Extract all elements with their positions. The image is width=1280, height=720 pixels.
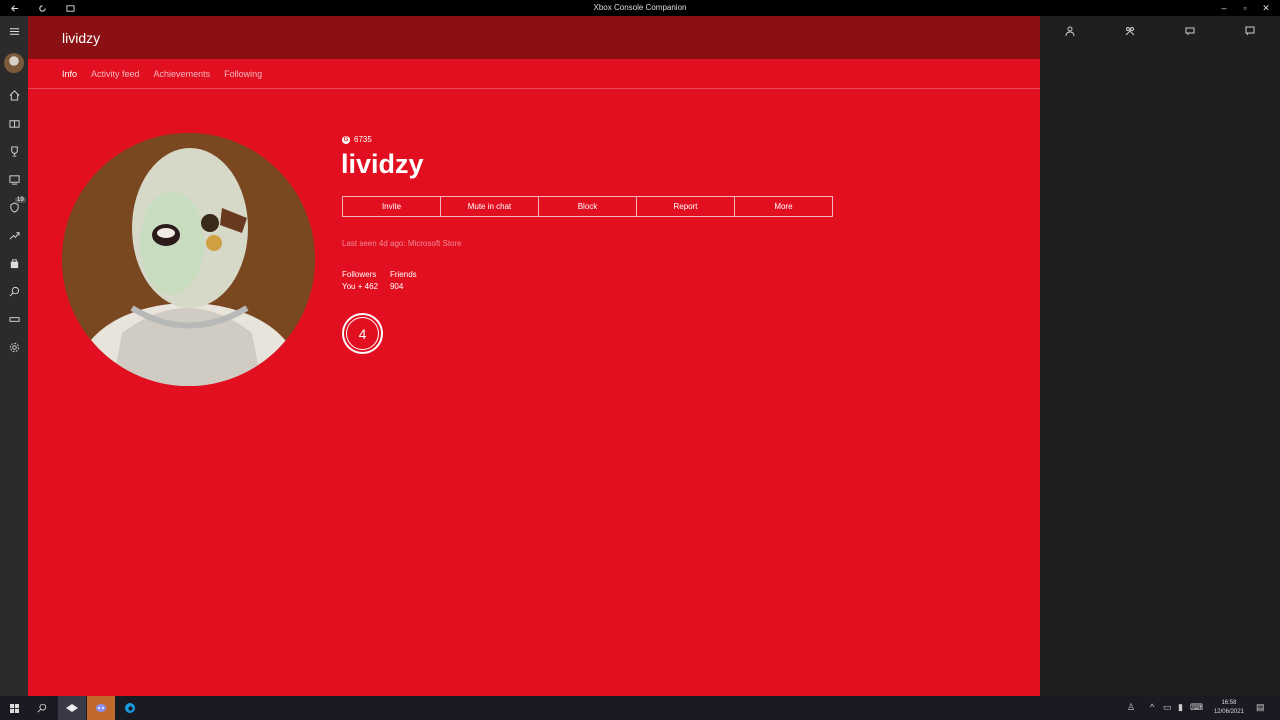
profile-content: Info Activity feed Achievements Followin… — [28, 59, 1040, 696]
party-icon[interactable] — [1123, 24, 1137, 38]
social-side-panel — [1040, 16, 1280, 696]
search-icon[interactable] — [0, 279, 28, 303]
report-button[interactable]: Report — [636, 196, 735, 217]
followers-label: Followers — [342, 270, 377, 279]
social-shield-icon[interactable]: 19 — [0, 195, 28, 219]
user-avatar[interactable] — [4, 53, 24, 73]
tab-info[interactable]: Info — [62, 69, 77, 79]
achievements-trophy-icon[interactable] — [0, 139, 28, 163]
messages-icon[interactable] — [1183, 24, 1197, 38]
trending-icon[interactable] — [0, 223, 28, 247]
tab-achievements[interactable]: Achievements — [154, 69, 211, 79]
friends-label: Friends — [389, 270, 417, 279]
block-button[interactable]: Block — [538, 196, 637, 217]
windows-start-icon[interactable] — [0, 696, 28, 720]
invite-button[interactable]: Invite — [342, 196, 441, 217]
close-icon[interactable]: ✕ — [1252, 0, 1280, 16]
notifications-icon[interactable] — [1243, 24, 1257, 38]
discord-taskbar-icon[interactable] — [87, 696, 115, 720]
profile-picture — [62, 133, 315, 386]
page-title: lividzy — [62, 30, 101, 46]
my-games-icon[interactable] — [0, 111, 28, 135]
gamerscore-icon: G — [342, 135, 350, 144]
clock-date: 12/06/2021 — [1213, 709, 1244, 715]
tabs-divider — [28, 88, 1040, 89]
chevron-up-icon[interactable]: ^ — [1150, 702, 1154, 712]
people-tray-icon[interactable]: ♙ — [1127, 702, 1135, 713]
left-nav-sidebar: 19 — [0, 16, 28, 696]
tab-following[interactable]: Following — [224, 69, 262, 79]
friends-value: 904 — [389, 282, 404, 291]
profile-actions: Invite Mute in chat Block Report More — [342, 196, 833, 217]
store-bag-icon[interactable] — [0, 251, 28, 275]
hamburger-menu-icon[interactable] — [0, 19, 28, 43]
friends-stat[interactable]: Friends 904 — [390, 270, 417, 294]
gamerscore: G 6735 — [342, 135, 372, 144]
xbox-companion-taskbar-icon[interactable] — [58, 696, 86, 720]
notification-badge: 19 — [15, 197, 26, 203]
system-clock[interactable]: 16:58 12/06/2021 — [1214, 699, 1244, 717]
home-icon[interactable] — [0, 83, 28, 107]
keyboard-tray-icon[interactable]: ⌨ — [1190, 702, 1203, 713]
mute-in-chat-button[interactable]: Mute in chat — [440, 196, 539, 217]
settings-gear-icon[interactable] — [0, 335, 28, 359]
followers-stat[interactable]: Followers You + 462 — [342, 270, 378, 294]
reputation-badge[interactable]: 4 — [342, 313, 383, 354]
reputation-level: 4 — [346, 317, 379, 350]
captures-icon[interactable] — [0, 167, 28, 191]
window-title: Xbox Console Companion — [593, 3, 687, 12]
network-tray-icon[interactable]: ▭ — [1163, 702, 1172, 713]
last-seen-status: Last seen 4d ago: Microsoft Store — [342, 239, 462, 248]
social-stats: Followers You + 462 Friends 904 — [342, 270, 417, 294]
friends-icon[interactable] — [1063, 24, 1077, 38]
clock-time: 16:58 — [1221, 700, 1237, 706]
gamertag: lividzy — [341, 149, 424, 179]
tab-activity-feed[interactable]: Activity feed — [91, 69, 140, 79]
action-center-icon[interactable]: ▤ — [1256, 702, 1265, 713]
windows-taskbar: ♙ ^ ▭ ▮ ⌨ 16:58 12/06/2021 ▤ — [0, 696, 1280, 720]
edge-browser-icon[interactable] — [116, 696, 144, 720]
title-bar: Xbox Console Companion – ▫ ✕ — [0, 0, 1280, 16]
more-button[interactable]: More — [734, 196, 833, 217]
gamerscore-value: 6735 — [354, 135, 372, 144]
page-header: lividzy — [28, 16, 1040, 59]
taskbar-search-icon[interactable] — [28, 696, 56, 720]
connection-icon[interactable] — [0, 307, 28, 331]
profile-tabs: Info Activity feed Achievements Followin… — [62, 69, 262, 79]
followers-value: You + 462 — [342, 282, 378, 291]
battery-tray-icon[interactable]: ▮ — [1178, 702, 1183, 713]
